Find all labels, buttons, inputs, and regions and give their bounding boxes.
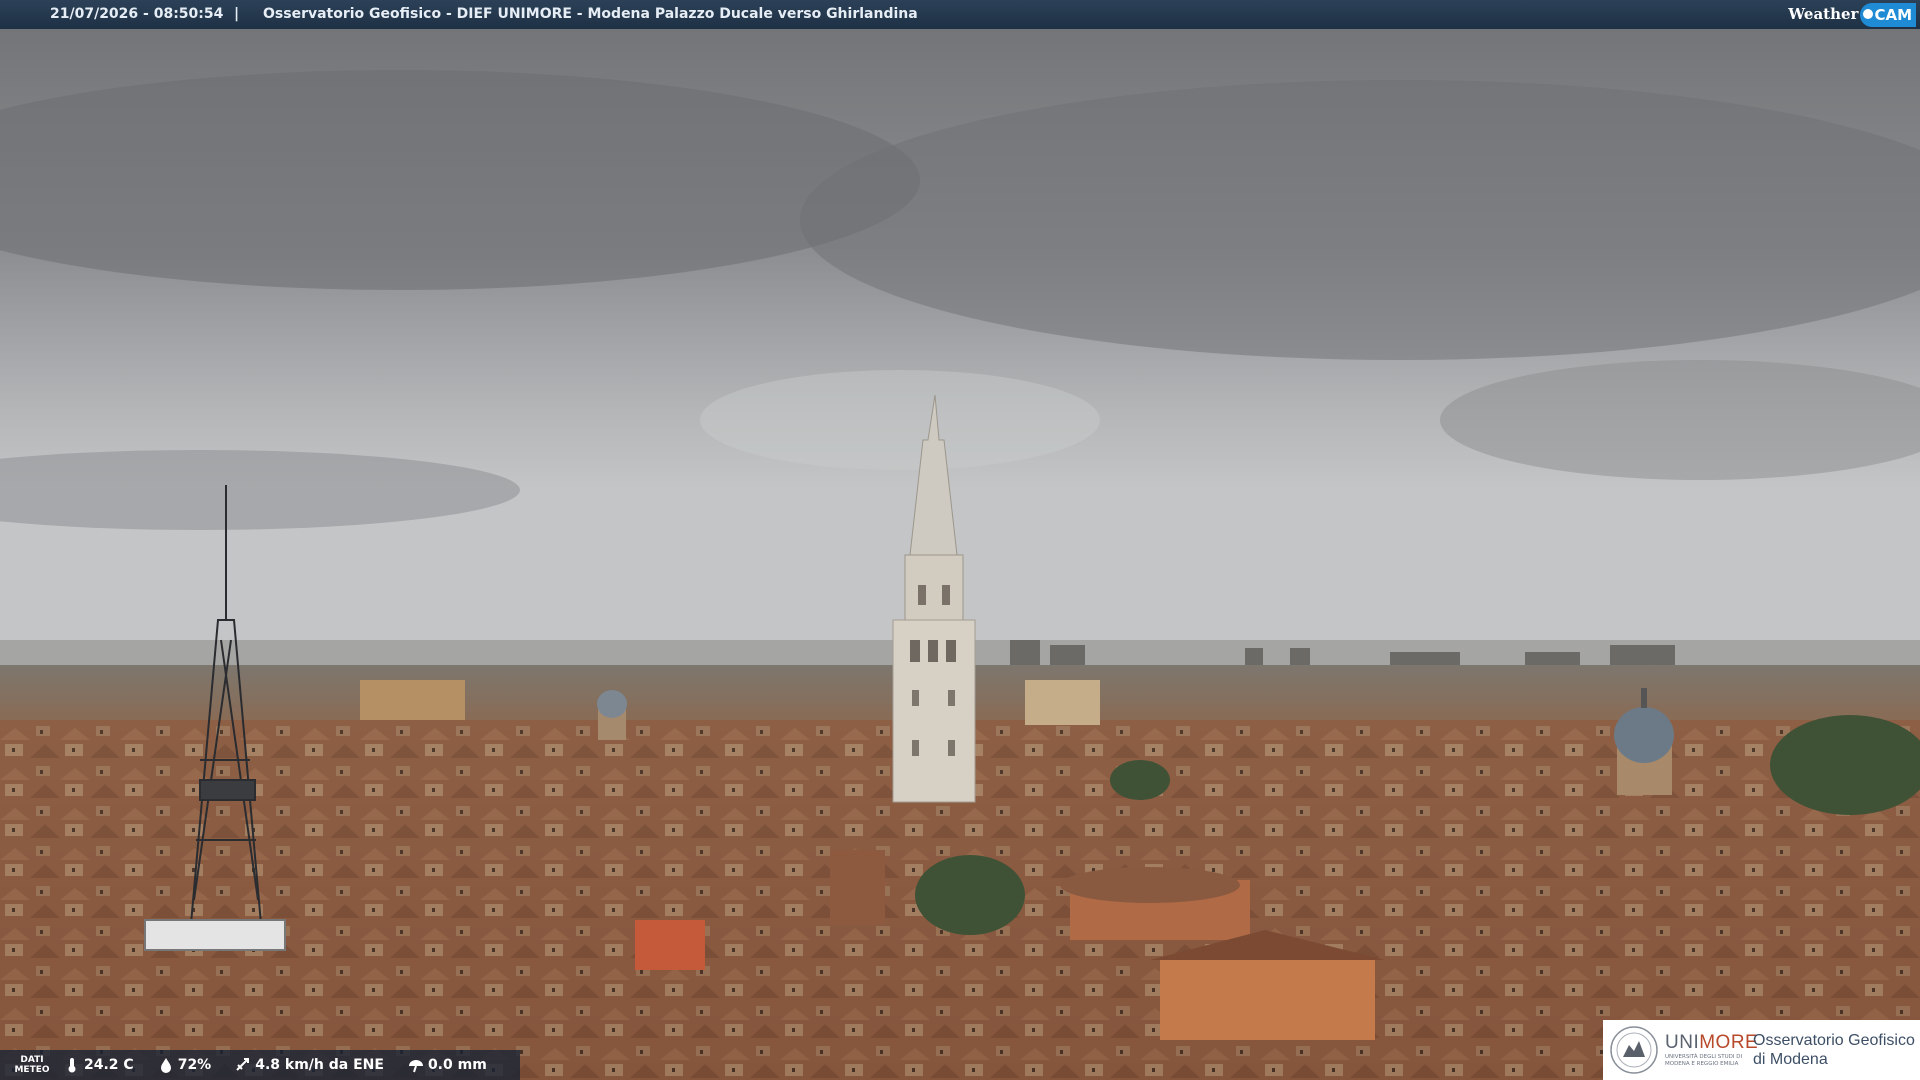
wind-icon [236, 1058, 250, 1071]
brand-weather: Weather [1788, 5, 1859, 23]
building [635, 920, 705, 970]
timestamp: 21/07/2026 - 08:50:54 [50, 6, 224, 22]
wind-reading: 4.8 km/h da ENE [235, 1057, 384, 1073]
unimore-wordmark: UNIMORE UNIVERSITÀ DEGLI STUDI DI MODENA… [1665, 1032, 1758, 1068]
temperature-value: 24.2 C [84, 1057, 134, 1073]
humidity-reading: 72% [158, 1057, 212, 1073]
weathercam-logo: Weather CAM [1788, 0, 1920, 29]
unimore-uni: UNI [1665, 1032, 1700, 1053]
observatory-line2: di Modena [1753, 1051, 1828, 1068]
webcam-view [0, 29, 1920, 1080]
label-line2: METEO [14, 1065, 50, 1075]
temperature-reading: 24.2 C [64, 1057, 134, 1073]
wind-value: 4.8 km/h da ENE [255, 1057, 384, 1073]
weather-data-bar: DATI METEO 24.2 C 72% 4.8 km/h da ENE 0.… [0, 1050, 520, 1080]
label-line1: DATI [20, 1055, 44, 1065]
camera-title: Osservatorio Geofisico - DIEF UNIMORE - … [263, 6, 918, 22]
unimore-sub2: MODENA E REGGIO EMILIA [1665, 1061, 1739, 1067]
building [830, 850, 885, 925]
observatory-line1: Osservatorio Geofisico [1753, 1032, 1915, 1049]
brand-cam-text: CAM [1874, 5, 1912, 24]
weather-data-label: DATI METEO [0, 1055, 64, 1075]
brand-cam: CAM [1860, 2, 1916, 27]
building [1160, 960, 1375, 1040]
unimore-sub1: UNIVERSITÀ DEGLI STUDI DI [1665, 1054, 1743, 1060]
humidity-value: 72% [177, 1057, 212, 1073]
unimore-more: MORE [1699, 1032, 1759, 1053]
humidity-drop-icon [160, 1058, 171, 1073]
rain-gauge-icon [408, 1060, 423, 1073]
rain-value: 0.0 mm [427, 1057, 487, 1073]
rain-reading: 0.0 mm [408, 1057, 487, 1073]
building [1060, 867, 1240, 903]
building [360, 680, 465, 720]
observatory-name: Osservatorio Geofisico di Modena [1753, 1031, 1915, 1069]
cloud [700, 370, 1100, 470]
title-separator: | [234, 6, 240, 22]
unimore-logo: UNIMORE UNIVERSITÀ DEGLI STUDI DI MODENA… [1603, 1020, 1920, 1080]
building [1025, 680, 1100, 725]
thermometer-icon [68, 1058, 76, 1073]
university-seal-icon [1610, 1026, 1658, 1074]
webcam-title-bar: 21/07/2026 - 08:50:54 | Osservatorio Geo… [0, 0, 1920, 29]
brand-dot-icon [1863, 8, 1874, 19]
